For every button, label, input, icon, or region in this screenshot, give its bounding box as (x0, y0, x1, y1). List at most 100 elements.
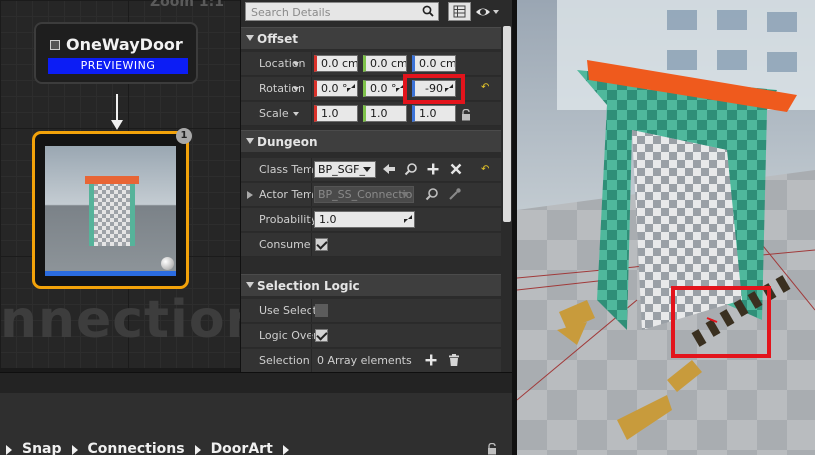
zoom-label: Zoom 1:1 (150, 0, 224, 10)
row-logic-override: Logic Override (241, 324, 501, 348)
reset-to-default-icon[interactable]: ↶ (481, 83, 491, 93)
search-details-input[interactable]: Search Details (245, 2, 439, 21)
breadcrumb-arrow-icon[interactable] (71, 445, 78, 455)
clear-x-icon[interactable] (449, 162, 463, 176)
section-offset[interactable]: Offset (241, 27, 501, 49)
node-onewaydoor[interactable]: OneWayDoor PREVIEWING (34, 22, 198, 84)
use-selected-arrow-icon[interactable] (382, 162, 396, 176)
probability-label: Probability (259, 213, 317, 226)
rotation-mode-dropdown-icon[interactable] (293, 87, 299, 91)
column-splitter (311, 349, 312, 372)
browse-search-icon[interactable] (404, 162, 418, 176)
drag-handle-icon (347, 84, 355, 92)
chevron-down-icon (363, 167, 371, 172)
breadcrumb-doorart[interactable]: DoorArt (211, 441, 273, 455)
details-panel: Search Details Offset Location 0.0 cm 0.… (240, 0, 512, 372)
actor-template-label: Actor Template (259, 188, 317, 201)
3d-viewport[interactable] (517, 0, 815, 455)
column-splitter (311, 77, 312, 100)
location-mode-dropdown-icon[interactable] (293, 62, 299, 66)
location-x-field[interactable]: 0.0 cm (314, 55, 358, 72)
logic-override-checkbox[interactable] (315, 329, 328, 342)
column-splitter (311, 52, 312, 75)
row-class-template: Class Template BP_SGF_ ↶ (241, 158, 501, 182)
column-splitter (311, 233, 312, 256)
location-z-field[interactable]: 0.0 cm (412, 55, 456, 72)
scale-y-field[interactable]: 1.0 (363, 105, 407, 122)
use-selection-checkbox[interactable] (315, 304, 328, 317)
location-label: Location (259, 57, 306, 70)
breadcrumb-arrow-icon[interactable] (6, 445, 12, 455)
column-splitter (311, 102, 312, 125)
connection-arrow-icon (111, 120, 123, 130)
selection-array-count: 0 Array elements (317, 354, 412, 367)
thumbnail-bar (45, 271, 176, 276)
lock-icon[interactable] (486, 443, 498, 455)
class-template-combo[interactable]: BP_SGF_ (314, 161, 376, 178)
visibility-eye-icon[interactable] (475, 4, 501, 20)
row-actor-template: Actor Template BP_SS_Connectio (241, 183, 501, 207)
breadcrumb-connections[interactable]: Connections (88, 441, 185, 455)
chevron-down-icon (401, 192, 409, 197)
rotation-x-field[interactable]: 0.0 ° (314, 80, 358, 97)
logic-override-label: Logic Override (259, 329, 317, 342)
class-template-value: BP_SGF_ (318, 163, 366, 176)
expand-arrow-icon[interactable] (247, 191, 253, 199)
section-selection-logic[interactable]: Selection Logic (241, 274, 501, 296)
breadcrumb-snap[interactable]: Snap (22, 441, 62, 455)
rotation-y-value: 0.0 ° (370, 82, 397, 95)
selection-label: Selection (259, 354, 310, 367)
column-splitter (311, 299, 312, 322)
node-preview-selected[interactable]: 1 (32, 128, 192, 289)
rotation-label: Rotation (259, 82, 306, 95)
drag-handle-icon (404, 215, 412, 223)
actor-template-value: BP_SS_Connectio (318, 188, 413, 201)
details-scrollbar[interactable] (501, 26, 512, 372)
add-element-icon[interactable] (424, 353, 438, 367)
panel-splitter[interactable] (512, 0, 517, 455)
probability-field[interactable]: 1.0 (314, 211, 415, 228)
property-matrix-button[interactable] (448, 2, 471, 21)
reset-to-default-icon[interactable]: ↶ (481, 165, 491, 175)
thumbnail-door-top (85, 176, 139, 184)
location-y-field[interactable]: 0.0 cm (363, 55, 407, 72)
row-probability: Probability 1.0 (241, 208, 501, 232)
graph-watermark: nnection (0, 290, 240, 350)
node-type-icon (50, 40, 60, 50)
breadcrumb-arrow-icon[interactable] (282, 445, 289, 455)
breadcrumb-arrow-icon[interactable] (194, 445, 201, 455)
door-panel (632, 130, 742, 330)
consume-label: Consume (259, 238, 311, 251)
rotation-y-field[interactable]: 0.0 ° (363, 80, 407, 97)
column-splitter (311, 208, 312, 231)
add-icon[interactable] (426, 162, 440, 176)
actor-template-combo[interactable]: BP_SS_Connectio (314, 186, 414, 203)
row-scale: Scale 1.0 1.0 1.0 (241, 102, 501, 126)
grid-icon (453, 5, 466, 18)
browse-search-icon[interactable] (425, 187, 439, 201)
search-icon[interactable] (422, 5, 434, 17)
scale-x-field[interactable]: 1.0 (314, 105, 358, 122)
search-placeholder: Search Details (251, 6, 331, 19)
graph-panel[interactable]: Zoom 1:1 nnection OneWayDoor PREVIEWING … (0, 0, 240, 368)
eyedropper-icon[interactable] (448, 187, 462, 201)
lock-icon[interactable] (461, 109, 471, 121)
column-splitter (311, 158, 312, 181)
consume-checkbox[interactable] (315, 238, 328, 251)
column-splitter (311, 324, 312, 347)
section-dungeon[interactable]: Dungeon (241, 130, 501, 152)
scale-label: Scale (259, 107, 289, 120)
details-scrollbar-thumb[interactable] (503, 26, 511, 222)
thumbnail-door (89, 182, 135, 246)
rotation-x-value: 0.0 ° (321, 82, 348, 95)
row-consume: Consume (241, 233, 501, 257)
trash-icon[interactable] (447, 353, 461, 367)
section-dungeon-label: Dungeon (257, 135, 318, 149)
collapse-arrow-icon (246, 138, 254, 144)
scale-mode-dropdown-icon[interactable] (293, 112, 299, 116)
node-count-badge: 1 (176, 128, 192, 144)
scale-z-field[interactable]: 1.0 (412, 105, 456, 122)
node-thumbnail (45, 146, 176, 276)
details-toolbar: Search Details (241, 0, 512, 26)
previewing-badge: PREVIEWING (48, 58, 188, 74)
